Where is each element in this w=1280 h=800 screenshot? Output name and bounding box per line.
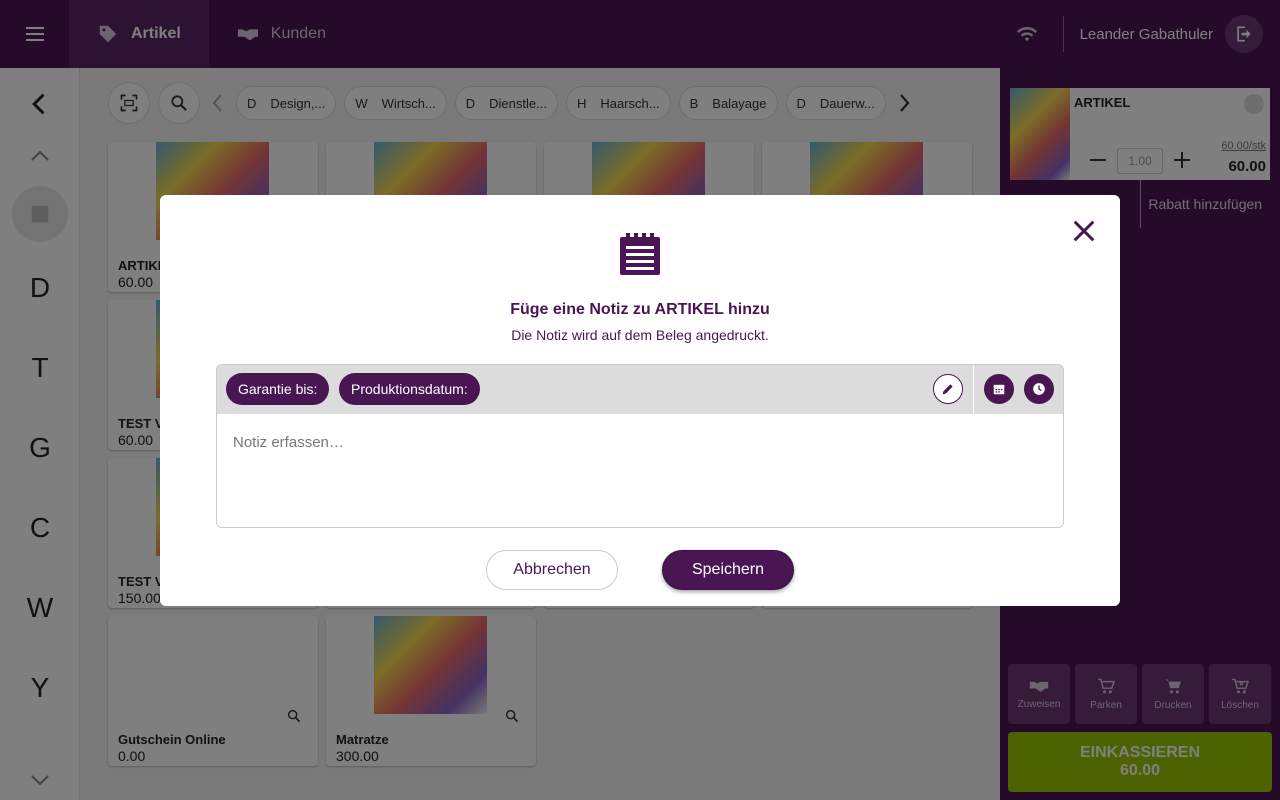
note-toolbar: Garantie bis: Produktionsdatum: <box>217 365 1063 414</box>
note-input[interactable] <box>217 414 1063 527</box>
cancel-button[interactable]: Abbrechen <box>486 550 618 590</box>
note-editor: Garantie bis: Produktionsdatum: <box>216 364 1064 528</box>
toolbar-divider <box>973 365 974 414</box>
time-button[interactable] <box>1024 374 1054 404</box>
date-button[interactable] <box>984 374 1014 404</box>
close-button[interactable] <box>1070 217 1098 245</box>
tag-garantie[interactable]: Garantie bis: <box>226 373 330 405</box>
dialog-subtitle: Die Notiz wird auf dem Beleg angedruckt. <box>511 327 769 343</box>
dialog-title: Füge eine Notiz zu ARTIKEL hinzu <box>510 301 770 318</box>
notepad-icon <box>620 233 660 275</box>
edit-button[interactable] <box>933 374 963 404</box>
clock-icon <box>1033 383 1045 395</box>
tag-produktionsdatum[interactable]: Produktionsdatum: <box>339 373 480 405</box>
close-icon <box>1073 220 1095 242</box>
pencil-icon <box>942 384 953 395</box>
note-dialog: Füge eine Notiz zu ARTIKEL hinzu Die Not… <box>160 195 1120 606</box>
save-button[interactable]: Speichern <box>662 550 794 590</box>
calendar-icon <box>993 384 1005 395</box>
